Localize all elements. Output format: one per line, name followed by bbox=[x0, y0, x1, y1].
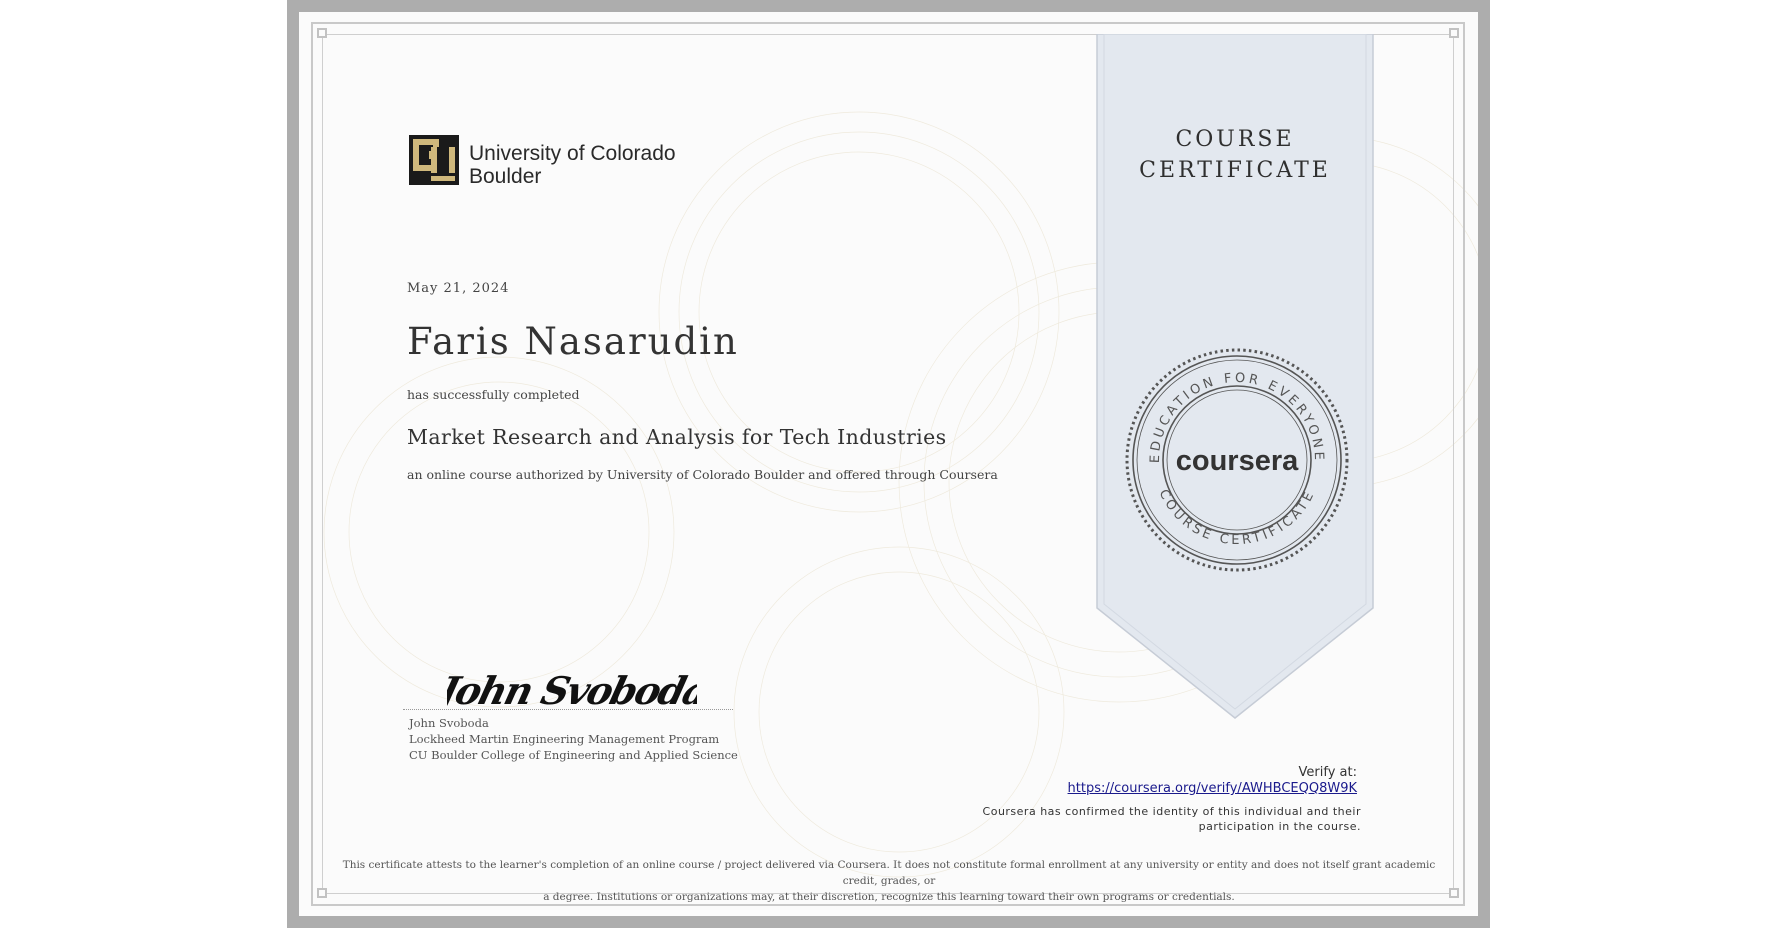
disclaimer-line2: a degree. Institutions or organizations … bbox=[543, 891, 1235, 903]
coursera-seal-icon: EDUCATION FOR EVERYONE COURSE CERTIFICAT… bbox=[1125, 348, 1349, 572]
identity-confirmation: Coursera has confirmed the identity of t… bbox=[939, 804, 1361, 834]
certificate-paper: COURSE CERTIFICATE EDUCATION FOR EVERYON… bbox=[299, 12, 1478, 916]
completed-text: has successfully completed bbox=[407, 387, 580, 402]
corner-ornament-bottom-left bbox=[317, 888, 327, 898]
signature-image: John Svoboda bbox=[447, 670, 697, 712]
ribbon-title-line2: CERTIFICATE bbox=[1139, 158, 1331, 183]
institution-name-line1: University of Colorado bbox=[469, 142, 676, 165]
authorization-text: an online course authorized by Universit… bbox=[407, 467, 998, 482]
disclaimer: This certificate attests to the learner'… bbox=[339, 857, 1439, 905]
svg-text:COURSE CERTIFICATE: COURSE CERTIFICATE bbox=[1156, 487, 1319, 548]
identity-confirmation-line1: Coursera has confirmed the identity of t… bbox=[982, 805, 1361, 818]
seal-brand-text: coursera bbox=[1176, 445, 1299, 477]
verify-block: Verify at: https://coursera.org/verify/A… bbox=[979, 765, 1357, 797]
completion-date: May 21, 2024 bbox=[407, 281, 510, 296]
corner-ornament-top-right bbox=[1449, 28, 1459, 38]
institution-name: University of Colorado Boulder bbox=[469, 142, 676, 188]
signer-name: John Svoboda bbox=[409, 716, 489, 730]
signer-block: John Svoboda Lockheed Martin Engineering… bbox=[409, 715, 738, 763]
cu-boulder-logo-icon bbox=[409, 135, 459, 185]
disclaimer-line1: This certificate attests to the learner'… bbox=[342, 859, 1436, 887]
course-title: Market Research and Analysis for Tech In… bbox=[407, 425, 947, 449]
corner-ornament-bottom-right bbox=[1449, 888, 1459, 898]
verify-label: Verify at: bbox=[1298, 765, 1357, 780]
institution-name-line2: Boulder bbox=[469, 165, 542, 188]
signer-title: Lockheed Martin Engineering Management P… bbox=[409, 732, 720, 746]
identity-confirmation-line2: participation in the course. bbox=[1198, 820, 1361, 833]
signer-org: CU Boulder College of Engineering and Ap… bbox=[409, 748, 738, 762]
certificate-sheet: COURSE CERTIFICATE EDUCATION FOR EVERYON… bbox=[287, 0, 1490, 928]
verify-link[interactable]: https://coursera.org/verify/AWHBCEQQ8W9K bbox=[979, 781, 1357, 797]
ribbon-title-line1: COURSE bbox=[1175, 127, 1295, 152]
corner-ornament-top-left bbox=[317, 28, 327, 38]
signature-text: John Svoboda bbox=[447, 670, 697, 712]
ribbon-title: COURSE CERTIFICATE bbox=[1096, 124, 1374, 186]
signature-line bbox=[403, 709, 733, 710]
seal-bottom-arc-text: COURSE CERTIFICATE bbox=[1156, 487, 1316, 548]
recipient-name: Faris Nasarudin bbox=[407, 320, 739, 363]
